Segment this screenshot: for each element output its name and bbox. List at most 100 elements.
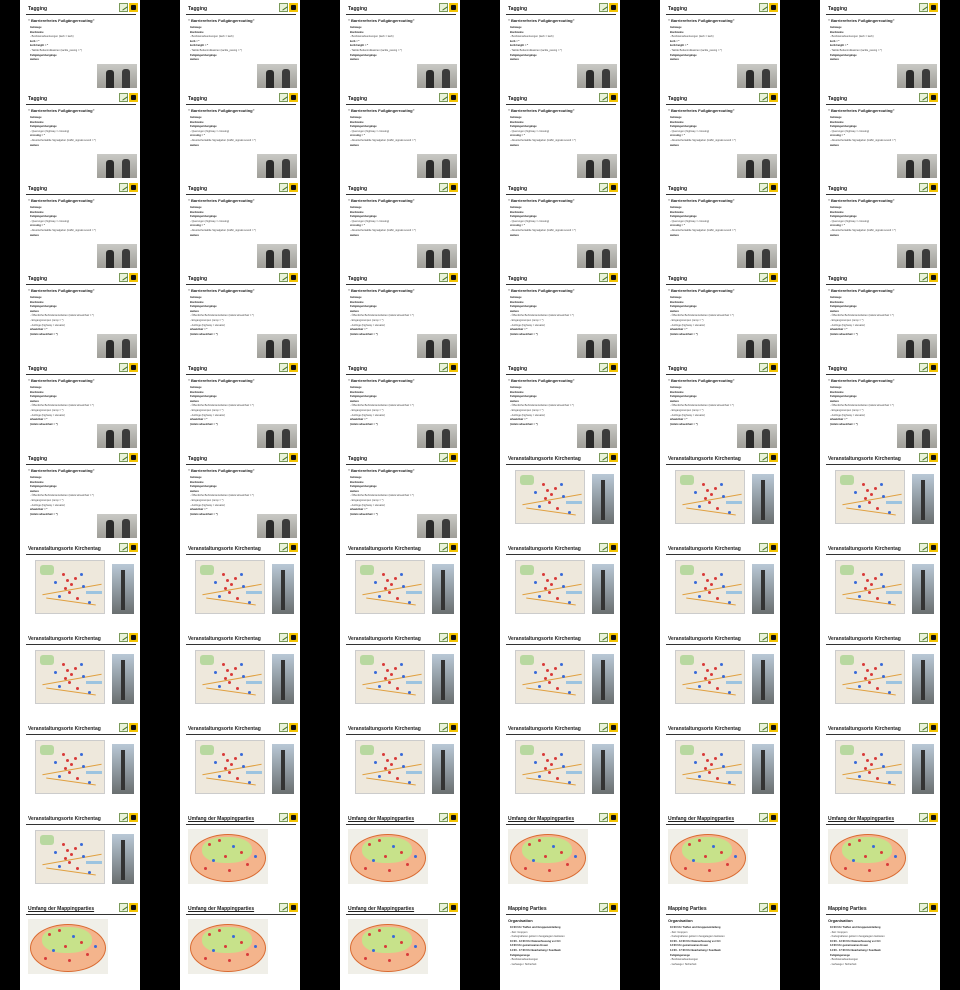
venue-pin-icon — [538, 595, 541, 598]
venue-map — [515, 650, 585, 704]
slide-thumbnail[interactable]: Veranstaltungsorte Kirchentag — [480, 720, 640, 810]
marker-icon — [368, 843, 371, 846]
slide-thumbnail[interactable]: Veranstaltungsorte Kirchentag — [800, 540, 960, 630]
city-crest-icon — [129, 3, 138, 12]
slide-thumbnail[interactable]: Umfang der Mappingparties — [640, 810, 800, 900]
slide-thumbnail[interactable]: Umfang der Mappingparties — [0, 900, 160, 990]
slide-thumbnail[interactable]: Tagging " Barrierefreies Fußgängerrouting… — [320, 90, 480, 180]
bullet-item: weitere — [670, 58, 679, 62]
slide-thumbnail[interactable]: Veranstaltungsorte Kirchentag — [320, 630, 480, 720]
slide-thumbnail[interactable]: Veranstaltungsorte Kirchentag — [160, 720, 320, 810]
slide-canvas: Tagging " Barrierefreies Fußgängerrouting… — [500, 90, 620, 180]
slide-thumbnail[interactable]: Tagging " Barrierefreies Fußgängerrouting… — [320, 360, 480, 450]
slide-canvas: Veranstaltungsorte Kirchentag — [20, 720, 140, 810]
slide-thumbnail[interactable]: Veranstaltungsorte Kirchentag — [160, 630, 320, 720]
slide-thumbnail[interactable]: Veranstaltungsorte Kirchentag — [640, 630, 800, 720]
title-divider — [346, 554, 456, 555]
slide-thumbnail[interactable]: Veranstaltungsorte Kirchentag — [0, 720, 160, 810]
venue-pin-icon — [560, 483, 563, 486]
slide-thumbnail[interactable]: Tagging " Barrierefreies Fußgängerrouting… — [160, 90, 320, 180]
slide-thumbnail[interactable]: Tagging " Barrierefreies Fußgängerrouting… — [480, 360, 640, 450]
slide-thumbnail[interactable]: Tagging " Barrierefreies Fußgängerrouting… — [160, 450, 320, 540]
slide-thumbnail[interactable]: Tagging " Barrierefreies Fußgängerrouting… — [480, 270, 640, 360]
venue-pin-icon — [222, 573, 225, 576]
slide-thumbnail[interactable]: Tagging " Barrierefreies Fußgängerrouting… — [640, 0, 800, 90]
venue-pin-icon — [546, 489, 549, 492]
slide-thumbnail[interactable]: Tagging " Barrierefreies Fußgängerrouting… — [640, 90, 800, 180]
slide-thumbnail[interactable]: Umfang der Mappingparties — [160, 810, 320, 900]
slide-thumbnail[interactable]: Umfang der Mappingparties — [320, 810, 480, 900]
slide-thumbnail[interactable]: Tagging " Barrierefreies Fußgängerrouting… — [640, 180, 800, 270]
slide-thumbnail[interactable]: Umfang der Mappingparties — [160, 900, 320, 990]
slide-thumbnail[interactable]: Tagging " Barrierefreies Fußgängerrouting… — [320, 180, 480, 270]
slide-thumbnail[interactable]: Veranstaltungsorte Kirchentag — [320, 720, 480, 810]
slide-thumbnail[interactable]: Tagging " Barrierefreies Fußgängerrouting… — [0, 450, 160, 540]
speaker-figure — [906, 160, 914, 178]
slide-thumbnail[interactable]: Tagging " Barrierefreies Fußgängerrouting… — [0, 90, 160, 180]
slide-thumbnail[interactable]: Veranstaltungsorte Kirchentag — [320, 540, 480, 630]
venue-pin-icon — [560, 573, 563, 576]
slide-thumbnail[interactable]: Veranstaltungsorte Kirchentag — [800, 630, 960, 720]
speaker-figure — [442, 519, 450, 538]
slide-thumbnail[interactable]: Tagging " Barrierefreies Fußgängerrouting… — [0, 0, 160, 90]
venue-pin-icon — [82, 585, 85, 588]
slide-thumbnail[interactable]: Veranstaltungsorte Kirchentag — [800, 450, 960, 540]
slide-thumbnail[interactable]: Tagging " Barrierefreies Fußgängerrouting… — [800, 90, 960, 180]
slide-thumbnail[interactable]: Tagging " Barrierefreies Fußgängerrouting… — [320, 450, 480, 540]
slide-title: Tagging — [348, 276, 368, 282]
speaker-figure — [426, 250, 434, 268]
slide-thumbnail[interactable]: Veranstaltungsorte Kirchentag — [800, 720, 960, 810]
venue-pin-icon — [390, 763, 393, 766]
slide-thumbnail[interactable]: Tagging " Barrierefreies Fußgängerrouting… — [640, 360, 800, 450]
title-divider — [506, 104, 616, 105]
slide-thumbnail[interactable]: Tagging " Barrierefreies Fußgängerrouting… — [320, 270, 480, 360]
slide-thumbnail[interactable]: Tagging " Barrierefreies Fußgängerrouting… — [800, 180, 960, 270]
slide-thumbnail[interactable]: Mapping Parties Organisation 10:00 Uhr Tre… — [800, 900, 960, 990]
title-divider — [506, 284, 616, 285]
slide-thumbnail[interactable]: Tagging " Barrierefreies Fußgängerrouting… — [0, 180, 160, 270]
slide-thumbnail[interactable]: Tagging " Barrierefreies Fußgängerrouting… — [800, 0, 960, 90]
slide-thumbnail[interactable]: Veranstaltungsorte Kirchentag — [0, 810, 160, 900]
venue-pin-icon — [226, 669, 229, 672]
slide-thumbnail[interactable]: Umfang der Mappingparties — [320, 900, 480, 990]
slide-thumbnail[interactable]: Veranstaltungsorte Kirchentag — [0, 630, 160, 720]
slide-thumbnail[interactable]: Tagging " Barrierefreies Fußgängerrouting… — [480, 180, 640, 270]
slide-thumbnail[interactable]: Veranstaltungsorte Kirchentag — [480, 540, 640, 630]
slide-thumbnail[interactable]: Tagging " Barrierefreies Fußgängerrouting… — [320, 0, 480, 90]
slide-thumbnail[interactable]: Tagging " Barrierefreies Fußgängerrouting… — [480, 90, 640, 180]
slide-thumbnail[interactable]: Umfang der Mappingparties — [800, 810, 960, 900]
slide-thumbnail[interactable]: Tagging " Barrierefreies Fußgängerrouting… — [160, 0, 320, 90]
slide-thumbnail[interactable]: Tagging " Barrierefreies Fußgängerrouting… — [0, 270, 160, 360]
slide-thumbnail[interactable]: Tagging " Barrierefreies Fußgängerrouting… — [0, 360, 160, 450]
city-crest-icon — [289, 93, 298, 102]
slide-thumbnail[interactable]: Tagging " Barrierefreies Fußgängerrouting… — [800, 360, 960, 450]
slide-thumbnail[interactable]: Veranstaltungsorte Kirchentag — [160, 540, 320, 630]
slide-thumbnail[interactable]: Veranstaltungsorte Kirchentag — [640, 450, 800, 540]
church-tower-photo — [592, 654, 614, 704]
venue-pin-icon — [388, 771, 391, 774]
slide-thumbnail[interactable]: Veranstaltungsorte Kirchentag — [640, 540, 800, 630]
bullet-list: Gehwege Bordsteine Fußgängerübergänge weite… — [830, 296, 920, 337]
speaker-figure — [442, 429, 450, 448]
slide-thumbnail[interactable]: Tagging " Barrierefreies Fußgängerrouting… — [640, 270, 800, 360]
slide-thumbnail[interactable]: Veranstaltungsorte Kirchentag — [0, 540, 160, 630]
slide-thumbnail[interactable]: Tagging " Barrierefreies Fußgängerrouting… — [800, 270, 960, 360]
slide-thumbnail[interactable]: Veranstaltungsorte Kirchentag — [480, 450, 640, 540]
venue-pin-icon — [704, 497, 707, 500]
slide-title: Umfang der Mappingparties — [188, 906, 255, 912]
slide-thumbnail[interactable]: Tagging " Barrierefreies Fußgängerrouting… — [160, 180, 320, 270]
slide-thumbnail[interactable]: Tagging " Barrierefreies Fußgängerrouting… — [160, 270, 320, 360]
slide-thumbnail[interactable]: Tagging " Barrierefreies Fußgängerrouting… — [160, 360, 320, 450]
slide-thumbnail[interactable]: Umfang der Mappingparties — [480, 810, 640, 900]
slide-thumbnail[interactable]: Veranstaltungsorte Kirchentag — [480, 630, 640, 720]
venue-pin-icon — [64, 677, 67, 680]
city-crest-icon — [769, 183, 778, 192]
slide-thumbnail[interactable]: Veranstaltungsorte Kirchentag — [640, 720, 800, 810]
title-divider — [826, 104, 936, 105]
venue-pin-icon — [862, 483, 865, 486]
slide-thumbnail[interactable]: Mapping Parties Organisation 10:00 Uhr Tre… — [640, 900, 800, 990]
city-crest-icon — [609, 363, 618, 372]
city-crest-icon — [449, 453, 458, 462]
slide-thumbnail[interactable]: Tagging " Barrierefreies Fußgängerrouting… — [480, 0, 640, 90]
slide-thumbnail[interactable]: Mapping Parties Organisation 10:00 Uhr Tre… — [480, 900, 640, 990]
